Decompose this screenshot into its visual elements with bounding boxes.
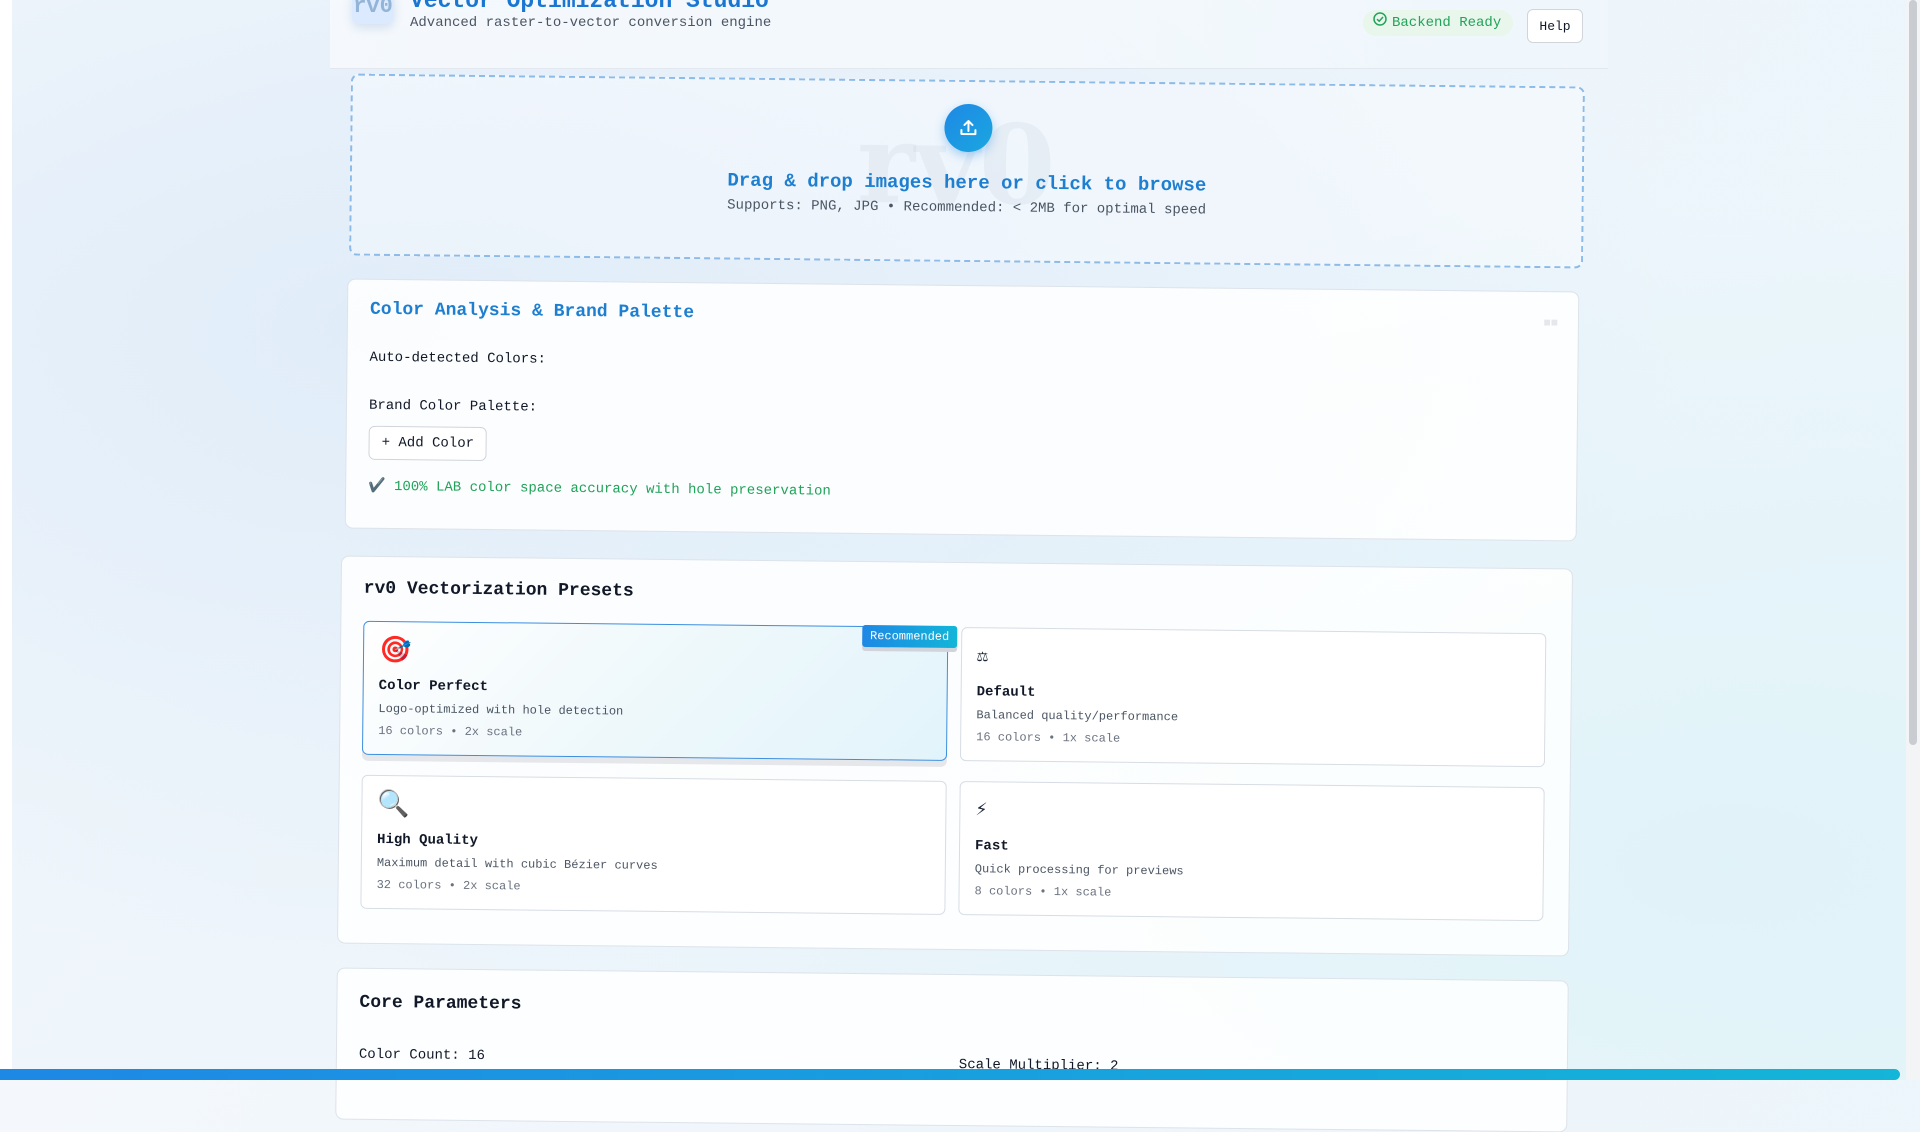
- preset-name: High Quality: [377, 831, 478, 850]
- presets-card: rv0 Vectorization Presets Recommended 🎯 …: [337, 555, 1573, 957]
- preset-description: Quick processing for previews: [974, 862, 1184, 879]
- preset-description: Maximum detail with cubic Bézier curves: [376, 855, 658, 873]
- preset-fast[interactable]: ⚡ Fast Quick processing for previews 8 c…: [958, 781, 1545, 922]
- vertical-scrollbar[interactable]: [1906, 0, 1920, 1080]
- preset-name: Fast: [974, 838, 1009, 855]
- progress-accent-bar: [0, 1069, 1900, 1080]
- check-circle-icon: [1373, 10, 1387, 36]
- backend-status-badge: Backend Ready: [1363, 10, 1514, 36]
- brand-palette-label: Brand Color Palette:: [368, 397, 538, 416]
- scrollbar-thumb[interactable]: [1909, 0, 1917, 745]
- auto-detected-colors-label: Auto-detected Colors:: [369, 349, 547, 368]
- preset-name: Color Perfect: [378, 677, 488, 696]
- app-header: rv0 Vector Optimization Studio Advanced …: [330, 0, 1608, 69]
- app-title: Vector Optimization Studio: [410, 0, 769, 14]
- core-parameters-title: Core Parameters: [359, 992, 522, 1015]
- backend-status-text: Backend Ready: [1392, 15, 1502, 31]
- preset-meta: 16 colors • 2x scale: [378, 723, 523, 740]
- window-edge: [0, 0, 12, 1080]
- help-button[interactable]: Help: [1527, 9, 1583, 43]
- palette-icon: ■■: [1543, 316, 1559, 331]
- magnifier-icon: 🔍: [377, 789, 410, 821]
- target-icon: 🎯: [378, 635, 412, 667]
- recommended-badge: Recommended: [861, 625, 958, 649]
- accuracy-note-text: 100% LAB color space accuracy with hole …: [393, 479, 831, 500]
- preset-meta: 32 colors • 2x scale: [376, 877, 521, 894]
- preset-high-quality[interactable]: 🔍 High Quality Maximum detail with cubic…: [360, 774, 947, 915]
- balance-scale-icon: ⚖: [976, 647, 988, 668]
- color-count-label: Color Count: 16: [358, 1046, 486, 1065]
- image-dropzone[interactable]: rv0 Drag & drop images here or click to …: [349, 73, 1585, 269]
- color-analysis-card: Color Analysis & Brand Palette ■■ Auto-d…: [344, 278, 1580, 542]
- app-subtitle: Advanced raster-to-vector conversion eng…: [410, 15, 772, 31]
- preset-color-perfect[interactable]: Recommended 🎯 Color Perfect Logo-optimiz…: [361, 620, 958, 761]
- preset-description: Logo-optimized with hole detection: [378, 701, 624, 719]
- lightning-icon: ⚡: [975, 799, 988, 823]
- upload-icon: [944, 103, 993, 153]
- preset-default[interactable]: ⚖ Default Balanced quality/performance 1…: [959, 627, 1547, 768]
- color-analysis-title: Color Analysis & Brand Palette: [369, 299, 695, 324]
- preset-meta: 8 colors • 1x scale: [974, 884, 1112, 900]
- app-logo: rv0: [352, 0, 394, 24]
- preset-name: Default: [976, 684, 1036, 701]
- add-color-button[interactable]: + Add Color: [368, 425, 488, 462]
- preset-meta: 16 colors • 1x scale: [976, 730, 1121, 746]
- core-parameters-card: Core Parameters Color Count: 16 Scale Mu…: [335, 967, 1569, 1132]
- presets-title: rv0 Vectorization Presets: [363, 578, 634, 602]
- accuracy-note: ✔️ 100% LAB color space accuracy with ho…: [368, 478, 831, 500]
- checkmark-icon: ✔️: [368, 478, 386, 495]
- preset-description: Balanced quality/performance: [976, 708, 1179, 725]
